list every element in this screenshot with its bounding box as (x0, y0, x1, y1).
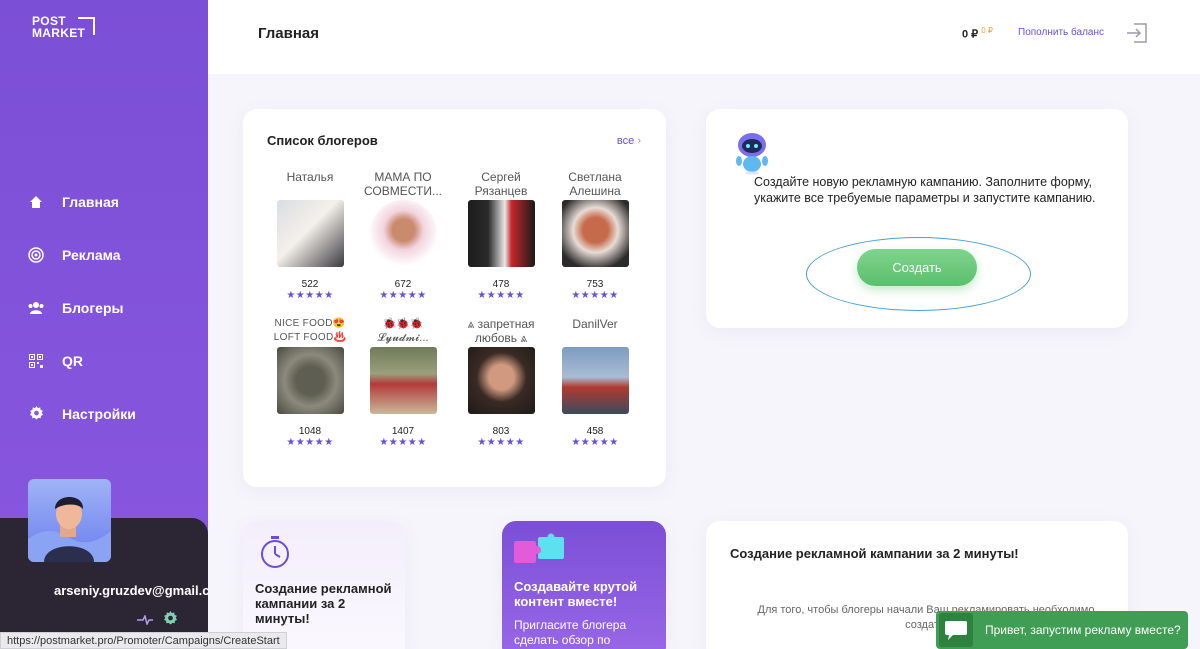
blogger-name: МАМА ПО СОВМЕСТИ... (364, 170, 442, 198)
blogger-photo (276, 200, 344, 267)
promo2-title: Создавайте крутой контент вместе! (514, 579, 638, 609)
create-campaign-card: Создайте новую рекламную кампанию. Запол… (706, 109, 1128, 328)
blogger-name: NICE FOOD😍 LOFT FOOD♨️ (273, 318, 347, 343)
chevron-right-icon: › (637, 135, 641, 147)
rating-stars-icon: ★★★★★ (571, 290, 619, 301)
promo1-title: Создание рекламной кампании за 2 минуты! (255, 581, 392, 626)
rating-stars-icon: ★★★★★ (286, 437, 334, 448)
sidebar: POST MARKET Главная Реклама Блогеры QR Н… (0, 0, 208, 649)
blogger-card[interactable]: NICE FOOD😍 LOFT FOOD♨️ 1048 ★★★★★ (268, 317, 352, 449)
sidebar-item-label: Блогеры (62, 299, 124, 316)
logo-bubble-icon (78, 17, 95, 35)
home-icon (28, 194, 44, 210)
bloggers-card: Список блогеров все › Наталья 522 ★★★★★ … (243, 109, 666, 487)
blogger-card[interactable]: ⩓ запретная любовь ⩓ 803 ★★★★★ (459, 317, 543, 449)
blogger-card[interactable]: 🐞🐞🐞 𝓛𝔂𝓾𝓭𝓶𝓲... 1407 ★★★★★ (361, 317, 445, 449)
blogger-count: 753 (586, 279, 604, 290)
sidebar-item-label: Главная (62, 193, 119, 210)
blogger-count: 1407 (391, 426, 415, 437)
blogger-card[interactable]: МАМА ПО СОВМЕСТИ... 672 ★★★★★ (361, 170, 445, 302)
blogger-name: Светлана Алешина (568, 170, 622, 198)
qr-icon (28, 353, 44, 369)
blogger-name: Наталья (286, 170, 334, 184)
logout-icon[interactable] (1126, 23, 1148, 43)
blogger-photo (276, 347, 344, 414)
promo2-subtitle: Пригласите блогера сделать обзор по (514, 618, 627, 647)
blogger-name: 🐞🐞🐞 𝓛𝔂𝓾𝓭𝓶𝓲... (377, 318, 429, 344)
blogger-photo (369, 347, 437, 414)
blogger-card[interactable]: Наталья 522 ★★★★★ (268, 170, 352, 302)
avatar[interactable] (28, 479, 111, 562)
blogger-photo (561, 200, 629, 267)
balance-value: 0 ₽ (962, 28, 979, 41)
rating-stars-icon: ★★★★★ (477, 437, 525, 448)
create-campaign-text: Создайте новую рекламную кампанию. Запол… (754, 175, 1096, 205)
page-title: Главная (258, 25, 320, 42)
all-link-label: все (616, 135, 635, 147)
sidebar-item-settings[interactable]: Настройки (28, 387, 136, 440)
gear-icon[interactable] (163, 611, 178, 631)
blogger-count: 478 (492, 279, 510, 290)
status-url: https://postmarket.pro/Promoter/Campaign… (0, 632, 287, 649)
rating-stars-icon: ★★★★★ (477, 290, 525, 301)
chat-bubble-icon (939, 613, 973, 647)
blogger-photo (467, 200, 535, 267)
blogger-name: ⩓ запретная любовь ⩓ (467, 317, 535, 345)
sidebar-item-home[interactable]: Главная (28, 175, 136, 228)
blogger-card[interactable]: Светлана Алешина 753 ★★★★★ (553, 170, 637, 302)
sidebar-item-bloggers[interactable]: Блогеры (28, 281, 136, 334)
sidebar-item-qr[interactable]: QR (28, 334, 136, 387)
rating-stars-icon: ★★★★★ (379, 437, 427, 448)
blogger-card[interactable]: DanilVer 458 ★★★★★ (553, 317, 637, 449)
users-icon (28, 300, 44, 316)
puzzle-icon (514, 533, 566, 572)
chat-label: Привет, запустим рекламу вместе? (985, 623, 1181, 637)
timer-icon (259, 535, 291, 574)
promo-card-campaign[interactable]: Создание рекламной кампании за 2 минуты! (243, 521, 405, 649)
blogger-count: 458 (586, 426, 604, 437)
sidebar-item-ads[interactable]: Реклама (28, 228, 136, 281)
rating-stars-icon: ★★★★★ (571, 437, 619, 448)
balance: 0 ₽ 0 ₽ (962, 26, 993, 41)
sidebar-item-label: QR (62, 352, 83, 369)
rating-stars-icon: ★★★★★ (379, 290, 427, 301)
sidebar-item-label: Настройки (62, 405, 136, 422)
bloggers-all-link[interactable]: все › (617, 135, 641, 147)
blogger-photo (561, 347, 629, 414)
switch-icon[interactable] (137, 612, 153, 630)
chat-widget[interactable]: Привет, запустим рекламу вместе? (936, 611, 1188, 649)
bloggers-title: Список блогеров (267, 133, 378, 148)
logo[interactable]: POST MARKET (32, 15, 95, 39)
user-actions (137, 611, 178, 631)
blogger-card[interactable]: Сергей Рязанцев 478 ★★★★★ (459, 170, 543, 302)
robot-icon (734, 131, 770, 175)
create-button[interactable]: Создать (857, 249, 977, 286)
blogger-count: 672 (394, 279, 412, 290)
info-title: Создание рекламной кампании за 2 минуты! (730, 546, 1019, 561)
blogger-photo (467, 347, 535, 414)
gear-icon (28, 406, 44, 422)
user-email: arseniy.gruzdev@gmail.com (54, 583, 208, 598)
rating-stars-icon: ★★★★★ (286, 290, 334, 301)
blogger-name: Сергей Рязанцев (474, 170, 528, 198)
top-header: Главная 0 ₽ 0 ₽ Пополнить баланс (208, 0, 1200, 74)
sidebar-nav: Главная Реклама Блогеры QR Настройки (28, 175, 136, 440)
blogger-count: 803 (492, 426, 510, 437)
blogger-count: 522 (301, 279, 319, 290)
target-icon (28, 246, 44, 263)
sidebar-item-label: Реклама (62, 246, 121, 263)
blogger-name: DanilVer (572, 317, 618, 331)
topup-link[interactable]: Пополнить баланс (1018, 27, 1104, 38)
promo-card-content[interactable]: Создавайте крутой контент вместе! Пригла… (502, 521, 666, 649)
blogger-photo (369, 200, 437, 267)
blogger-count: 1048 (298, 426, 322, 437)
balance-bonus: 0 ₽ (981, 26, 994, 35)
